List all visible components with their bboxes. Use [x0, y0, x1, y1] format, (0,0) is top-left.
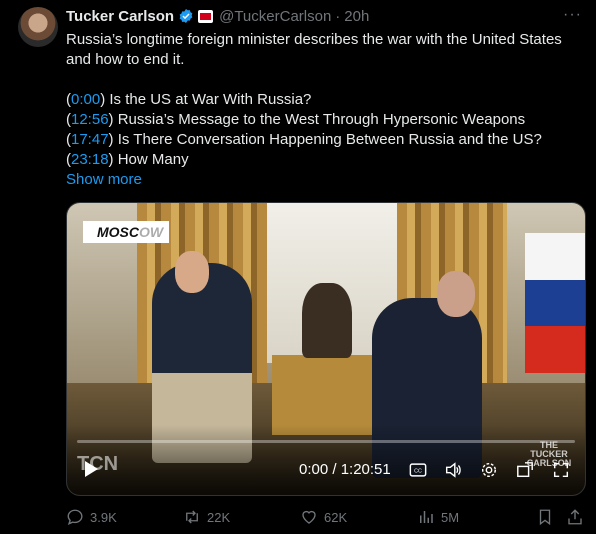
views-count: 5M [441, 509, 460, 525]
location-overlay: MOSCOW [83, 221, 169, 243]
bookmark-icon [539, 509, 551, 526]
video-player[interactable]: MOSCOW TCN 0:00 / 1:20:51 CC THE TUCKER CA… [66, 202, 586, 496]
chapter-timestamp-link[interactable]: 12:56 [71, 111, 109, 128]
volume-icon[interactable] [444, 461, 462, 479]
views-button[interactable]: 5M [417, 508, 459, 526]
video-time-display: 0:00 / 1:20:51 [299, 461, 391, 478]
share-icon [568, 509, 582, 525]
like-count: 62K [324, 509, 348, 525]
author-avatar[interactable] [18, 7, 58, 47]
author-handle[interactable]: @TuckerCarlson [219, 8, 331, 25]
tweet-text: Russia’s longtime foreign minister descr… [66, 30, 586, 190]
more-icon[interactable]: ··· [563, 6, 582, 24]
chapter-timestamp-link[interactable]: 17:47 [71, 131, 109, 148]
tweet-actions: 3.9K 22K 62K 5M [66, 508, 586, 528]
chapter-title: Is the US at War With Russia? [109, 91, 312, 108]
repost-icon [186, 510, 198, 524]
reply-icon [67, 509, 83, 525]
state-media-affiliate-icon[interactable] [198, 9, 214, 23]
video-person-left-head [175, 251, 209, 293]
chapter-line: (23:18) How Many [66, 151, 189, 168]
bookmark-button[interactable] [536, 508, 560, 526]
share-button[interactable] [566, 508, 590, 526]
chapter-timestamp-link[interactable]: 23:18 [71, 151, 109, 168]
reply-button[interactable]: 3.9K [66, 508, 117, 526]
chapter-line: (12:56) Russia’s Message to the West Thr… [66, 111, 526, 128]
like-button[interactable]: 62K [300, 508, 347, 526]
reply-count: 3.9K [90, 509, 117, 525]
show-brand-logo: THE TUCKER CARLSON [526, 440, 572, 468]
video-statue [302, 283, 352, 358]
controls-shade [67, 425, 585, 495]
chapter-title: Is There Conversation Happening Between … [117, 131, 542, 148]
repost-count: 22K [207, 509, 231, 525]
russian-flag [525, 233, 585, 373]
chapter-title: Russia’s Message to the West Through Hyp… [117, 111, 526, 128]
verified-badge-icon[interactable] [178, 8, 194, 24]
heart-icon [302, 510, 316, 524]
chapter-title: How Many [117, 151, 189, 168]
tweet-intro: Russia’s longtime foreign minister descr… [66, 31, 562, 68]
svg-text:CC: CC [414, 469, 422, 475]
video-person-right-head [437, 271, 475, 317]
closed-captions-icon[interactable]: CC [409, 461, 427, 479]
settings-gear-icon[interactable] [480, 461, 498, 479]
play-icon[interactable] [81, 459, 101, 479]
video-progress-bar[interactable] [77, 440, 575, 443]
chapter-timestamp-link[interactable]: 0:00 [71, 91, 100, 108]
author-name[interactable]: Tucker Carlson [66, 8, 174, 25]
repost-button[interactable]: 22K [183, 508, 230, 526]
tweet-header: Tucker Carlson @TuckerCarlson · 20h ··· [66, 6, 582, 26]
views-icon [420, 511, 433, 523]
separator-dot: · [335, 7, 341, 25]
tweet-timestamp[interactable]: 20h [344, 8, 369, 25]
chapter-line: (17:47) Is There Conversation Happening … [66, 131, 542, 148]
video-table [272, 355, 382, 435]
show-more-link[interactable]: Show more [66, 170, 586, 190]
chapter-line: (0:00) Is the US at War With Russia? [66, 91, 312, 108]
